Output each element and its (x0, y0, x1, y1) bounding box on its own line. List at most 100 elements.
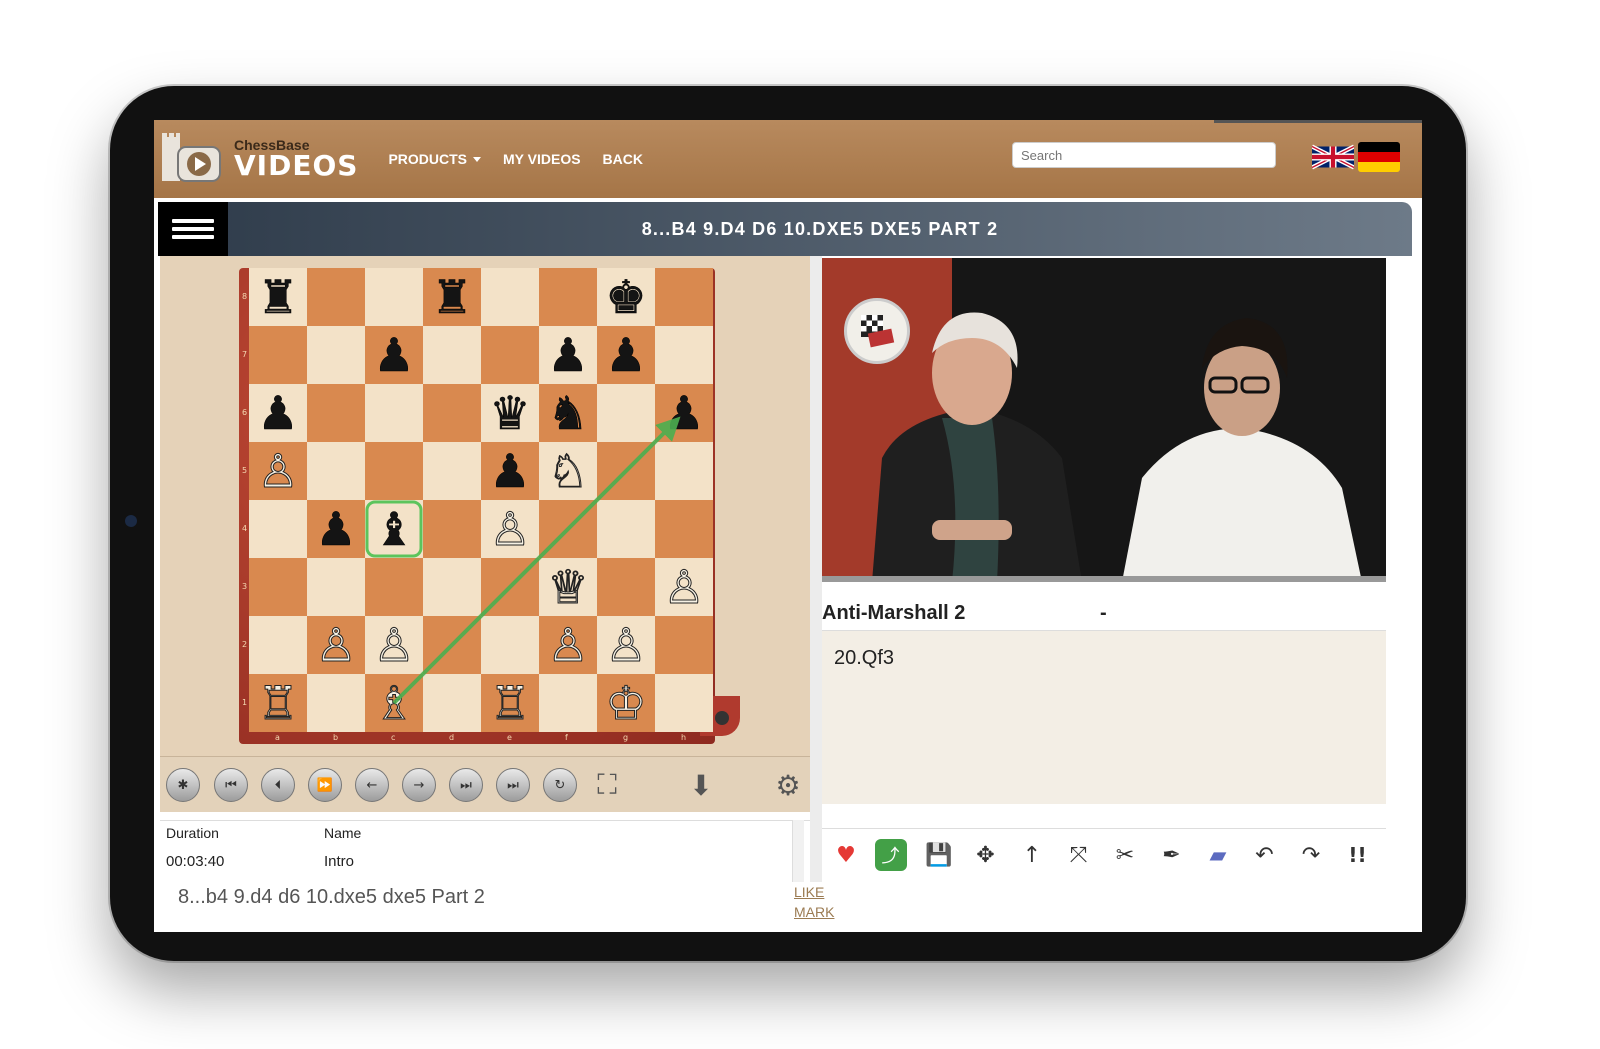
piece-f3[interactable]: ♕ (547, 560, 589, 615)
chess-board[interactable]: ♜ ♜ ♚♟ ♟ ♟♟ ♛ ♞ ♟♙ ♟ ♘♟ ♝ ♙♕ ♙♙ ♙ ♙ ♙♖ ♗ ♖ ♔ (249, 268, 713, 732)
nav-products[interactable]: PRODUCTS (388, 151, 481, 167)
piece-e6[interactable]: ♛ (489, 386, 531, 441)
share-icon[interactable]: ⤴ (874, 839, 907, 871)
forward-arrow-icon[interactable]: → (402, 768, 436, 802)
square-a2[interactable] (249, 616, 307, 674)
mark-link[interactable]: MARK (794, 904, 834, 920)
germany-flag-icon[interactable] (1358, 142, 1400, 172)
square-b8[interactable] (307, 268, 365, 326)
piece-g8[interactable]: ♚ (605, 270, 647, 325)
square-b5[interactable] (307, 442, 365, 500)
uk-flag-icon[interactable] (1312, 142, 1354, 172)
square-c6[interactable] (365, 384, 423, 442)
piece-g7[interactable]: ♟ (605, 328, 647, 383)
first-move-icon[interactable]: ⏮ (214, 768, 248, 802)
piece-e5[interactable]: ♟ (489, 444, 531, 499)
piece-a1[interactable]: ♖ (257, 676, 299, 731)
knife-icon[interactable]: ✂ (1107, 837, 1143, 873)
prev-move-icon[interactable]: ⏴ (261, 768, 295, 802)
annotation-icon[interactable]: !! (1340, 837, 1376, 873)
piece-e4[interactable]: ♙ (489, 502, 531, 557)
piece-d8[interactable]: ♜ (431, 270, 473, 325)
square-g6[interactable] (597, 384, 655, 442)
flip-board-icon[interactable]: ↻ (543, 768, 577, 802)
undo-icon[interactable]: ↶ (1247, 837, 1283, 873)
square-a7[interactable] (249, 326, 307, 384)
eraser-icon[interactable]: ▰ (1200, 837, 1236, 873)
panel-divider[interactable] (810, 256, 822, 882)
piece-a5[interactable]: ♙ (257, 444, 299, 499)
square-d7[interactable] (423, 326, 481, 384)
square-h8[interactable] (655, 268, 713, 326)
square-d1[interactable] (423, 674, 481, 732)
square-c5[interactable] (365, 442, 423, 500)
nav-back[interactable]: BACK (603, 151, 643, 167)
square-a4[interactable] (249, 500, 307, 558)
logo[interactable]: ChessBase VIDEOS (160, 131, 358, 187)
piece-g1[interactable]: ♔ (605, 676, 647, 731)
back-arrow-icon[interactable]: ← (355, 768, 389, 802)
nav-my-videos[interactable]: MY VIDEOS (503, 151, 581, 167)
piece-b4[interactable]: ♟ (315, 502, 357, 557)
square-h2[interactable] (655, 616, 713, 674)
piece-f5[interactable]: ♘ (547, 444, 589, 499)
engine-wheel-icon[interactable]: ✱ (166, 768, 200, 802)
pen-icon[interactable]: ✒ (1154, 837, 1190, 873)
piece-c4[interactable]: ♝ (373, 502, 415, 557)
search-input[interactable] (1012, 142, 1276, 168)
piece-a6[interactable]: ♟ (257, 386, 299, 441)
square-b1[interactable] (307, 674, 365, 732)
square-e2[interactable] (481, 616, 539, 674)
delete-arrows-icon[interactable]: ⤧ (1061, 837, 1097, 873)
square-e8[interactable] (481, 268, 539, 326)
square-h4[interactable] (655, 500, 713, 558)
square-f1[interactable] (539, 674, 597, 732)
piece-g2[interactable]: ♙ (605, 618, 647, 673)
table-scrollbar[interactable] (792, 820, 804, 882)
square-d5[interactable] (423, 442, 481, 500)
row-duration[interactable]: 00:03:40 (166, 853, 224, 870)
fullscreen-icon[interactable]: ⛶ (590, 768, 624, 802)
up-arrow-icon[interactable]: ↑ (1014, 837, 1050, 873)
square-b7[interactable] (307, 326, 365, 384)
square-h7[interactable] (655, 326, 713, 384)
piece-c2[interactable]: ♙ (373, 618, 415, 673)
piece-a8[interactable]: ♜ (257, 270, 299, 325)
piece-c7[interactable]: ♟ (373, 328, 415, 383)
square-d4[interactable] (423, 500, 481, 558)
square-e7[interactable] (481, 326, 539, 384)
redo-icon[interactable]: ↷ (1293, 837, 1329, 873)
piece-h6[interactable]: ♟ (663, 386, 705, 441)
fast-forward-icon[interactable]: ⏩ (308, 768, 342, 802)
next-move-icon[interactable]: ⏭ (449, 768, 483, 802)
piece-f2[interactable]: ♙ (547, 618, 589, 673)
square-f8[interactable] (539, 268, 597, 326)
piece-f7[interactable]: ♟ (547, 328, 589, 383)
square-h5[interactable] (655, 442, 713, 500)
square-d6[interactable] (423, 384, 481, 442)
square-b6[interactable] (307, 384, 365, 442)
piece-h3[interactable]: ♙ (663, 560, 705, 615)
settings-icon[interactable]: ⚙ (771, 768, 805, 802)
square-b3[interactable] (307, 558, 365, 616)
piece-f6[interactable]: ♞ (547, 386, 589, 441)
move-arrows-icon[interactable]: ✥ (968, 837, 1004, 873)
video-player[interactable] (822, 258, 1386, 582)
download-icon[interactable]: ⬇ (684, 768, 718, 802)
square-d3[interactable] (423, 558, 481, 616)
menu-button[interactable] (158, 202, 228, 256)
square-g4[interactable] (597, 500, 655, 558)
row-name[interactable]: Intro (324, 853, 354, 870)
like-link[interactable]: LIKE (794, 884, 824, 900)
like-heart-icon[interactable]: ♥ (828, 837, 864, 873)
last-move-icon[interactable]: ⏭ (496, 768, 530, 802)
current-move[interactable]: 20.Qf3 (834, 647, 894, 670)
square-c8[interactable] (365, 268, 423, 326)
square-g3[interactable] (597, 558, 655, 616)
piece-e1[interactable]: ♖ (489, 676, 531, 731)
save-icon[interactable]: 💾 (921, 837, 957, 873)
square-a3[interactable] (249, 558, 307, 616)
piece-b2[interactable]: ♙ (315, 618, 357, 673)
square-h1[interactable] (655, 674, 713, 732)
square-c3[interactable] (365, 558, 423, 616)
